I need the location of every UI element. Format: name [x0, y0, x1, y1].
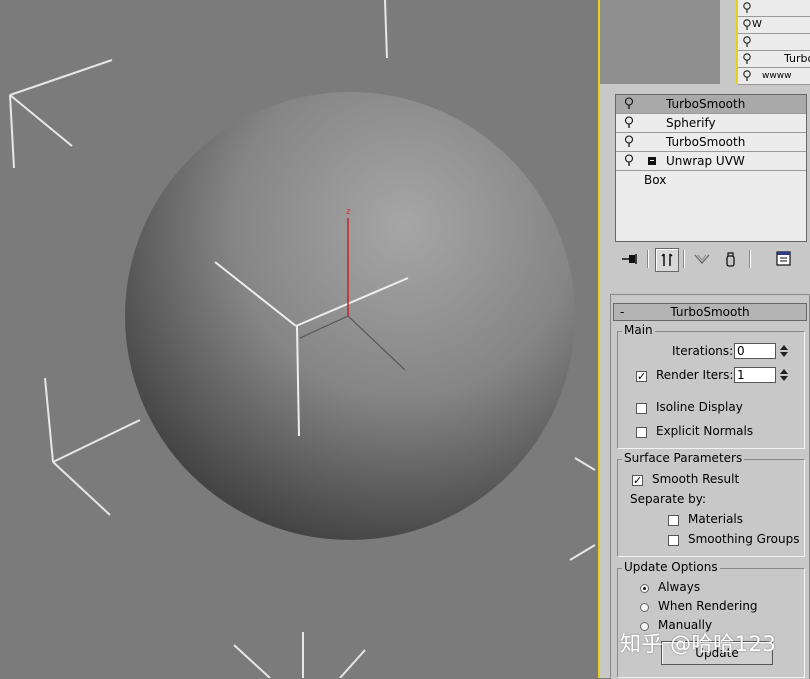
surface-parameters-group: Surface Parameters ✓ Smooth Result Separ… [617, 451, 805, 557]
light-bulb-icon[interactable] [742, 70, 752, 82]
light-bulb-icon[interactable] [624, 135, 634, 148]
stack-item-spherify[interactable]: Spherify [616, 114, 806, 133]
explicit-normals-label: Explicit Normals [656, 424, 754, 438]
explicit-normals-checkbox[interactable] [636, 427, 647, 438]
light-bulb-icon[interactable] [742, 36, 752, 48]
spinner-up-icon[interactable] [780, 345, 788, 350]
materials-label: Materials [688, 512, 744, 526]
make-unique-icon [694, 254, 710, 264]
light-bulb-icon[interactable] [742, 2, 752, 14]
rollout-header[interactable]: - TurboSmooth [613, 303, 807, 321]
spinner-up-icon[interactable] [780, 369, 788, 374]
light-bulb-icon[interactable] [624, 154, 634, 167]
smooth-result-checkbox[interactable]: ✓ [632, 475, 643, 486]
toolbar-separator [749, 250, 751, 268]
list-item-label: W [752, 19, 762, 30]
expand-toggle-icon[interactable] [648, 157, 656, 165]
stack-item-unwrap-uvw[interactable]: Unwrap UVW [616, 152, 806, 171]
always-label: Always [658, 580, 701, 594]
light-bulb-icon[interactable] [742, 53, 752, 65]
stack-item-turbosmooth-top[interactable]: TurboSmooth [616, 95, 806, 114]
light-bulb-icon[interactable] [742, 19, 752, 31]
configure-modifier-sets-button[interactable] [773, 248, 795, 270]
configure-modifier-sets-icon [776, 251, 791, 266]
pin-stack-button[interactable] [619, 248, 641, 270]
list-item-label: Turbo [784, 52, 810, 65]
render-iters-label: Render Iters: [656, 368, 734, 382]
stack-item-label: Box [644, 173, 667, 187]
spinner-down-icon[interactable] [780, 352, 788, 357]
group-title-update: Update Options [622, 560, 720, 574]
light-bulb-icon[interactable] [624, 97, 634, 110]
rollout-title: TurboSmooth [670, 305, 750, 319]
sphere-object[interactable] [125, 92, 575, 540]
list-item[interactable]: W [738, 17, 810, 34]
list-item[interactable]: Turbo [738, 51, 810, 68]
object-list-cropped: W Turbo wwww [736, 0, 810, 85]
when-rendering-label: When Rendering [658, 599, 758, 613]
always-radio[interactable] [640, 584, 649, 593]
stack-item-box[interactable]: Box [616, 171, 806, 189]
group-title-main: Main [622, 323, 655, 337]
smoothing-groups-checkbox[interactable] [668, 535, 679, 546]
collapse-symbol: - [620, 305, 625, 319]
pin-stack-icon [622, 254, 637, 264]
toolbar-separator [683, 250, 685, 268]
iterations-label: Iterations: [672, 344, 734, 358]
separate-by-label: Separate by: [630, 492, 707, 506]
make-unique-button[interactable] [691, 248, 713, 270]
smoothing-groups-label: Smoothing Groups [688, 532, 800, 546]
show-end-result-icon [661, 253, 673, 266]
turbosmooth-rollout: - TurboSmooth Main Iterations: 0 ✓ Rende… [610, 294, 810, 679]
list-item-label: wwww [762, 71, 792, 81]
isoline-display-checkbox[interactable] [636, 403, 647, 414]
stack-item-label: TurboSmooth [666, 135, 746, 149]
show-end-result-button[interactable] [655, 248, 679, 272]
stack-item-label: Unwrap UVW [666, 154, 745, 168]
group-title-surface: Surface Parameters [622, 451, 745, 465]
perspective-viewport[interactable]: z [0, 0, 598, 678]
z-axis-label: z [346, 207, 351, 217]
when-rendering-radio[interactable] [640, 603, 649, 612]
list-item[interactable] [738, 34, 810, 51]
main-group: Main Iterations: 0 ✓ Render Iters: 1 Iso… [617, 323, 805, 449]
stack-item-label: Spherify [666, 116, 716, 130]
command-panel: W Turbo wwww TurboSmooth Spherify TurboS… [598, 0, 810, 679]
toolbar-separator [647, 250, 649, 268]
stack-item-label: TurboSmooth [666, 97, 746, 111]
remove-modifier-icon [726, 252, 735, 267]
render-iters-input[interactable]: 1 [734, 367, 776, 383]
render-iters-checkbox[interactable]: ✓ [636, 371, 647, 382]
list-item[interactable] [738, 0, 810, 17]
list-item[interactable]: wwww [738, 68, 810, 85]
modifier-stack[interactable]: TurboSmooth Spherify TurboSmooth Unwrap … [615, 94, 807, 242]
iterations-input[interactable]: 0 [734, 343, 776, 359]
remove-modifier-button[interactable] [719, 248, 741, 270]
smooth-result-label: Smooth Result [652, 472, 740, 486]
iterations-spinner[interactable] [778, 343, 790, 359]
materials-checkbox[interactable] [668, 515, 679, 526]
watermark: 知乎 @哈哈123 [620, 632, 777, 656]
spinner-down-icon[interactable] [780, 376, 788, 381]
stack-item-turbosmooth[interactable]: TurboSmooth [616, 133, 806, 152]
viewport-scene: z [9, 0, 596, 678]
light-bulb-icon[interactable] [624, 116, 634, 129]
modifier-stack-toolbar [615, 246, 805, 274]
isoline-display-label: Isoline Display [656, 400, 743, 414]
render-iters-spinner[interactable] [778, 367, 790, 383]
panel-preview-area [600, 0, 720, 84]
